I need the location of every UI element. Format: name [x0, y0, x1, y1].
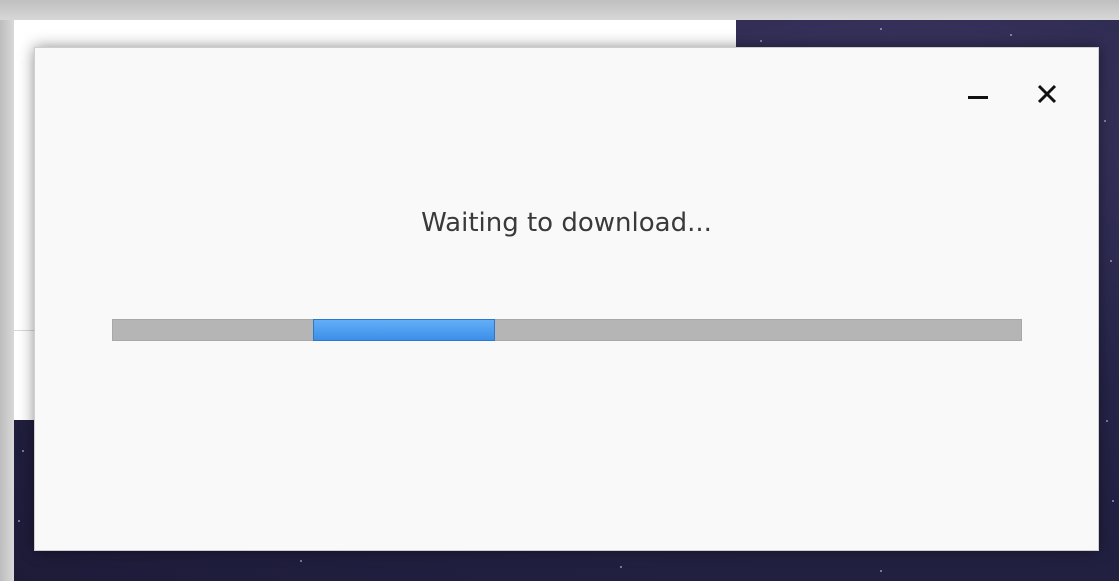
status-message: Waiting to download...	[421, 208, 712, 238]
progress-indicator	[313, 319, 495, 341]
window-frame-top	[0, 0, 1119, 20]
progress-bar	[112, 319, 1022, 341]
minimize-icon	[968, 96, 988, 99]
download-dialog: Waiting to download...	[34, 47, 1099, 551]
minimize-button[interactable]	[960, 76, 1000, 116]
close-button[interactable]	[1031, 76, 1071, 116]
close-icon	[1037, 84, 1057, 104]
window-frame-left	[0, 0, 14, 581]
desktop-background: Waiting to download...	[0, 0, 1119, 581]
background-window-divider	[14, 330, 36, 331]
